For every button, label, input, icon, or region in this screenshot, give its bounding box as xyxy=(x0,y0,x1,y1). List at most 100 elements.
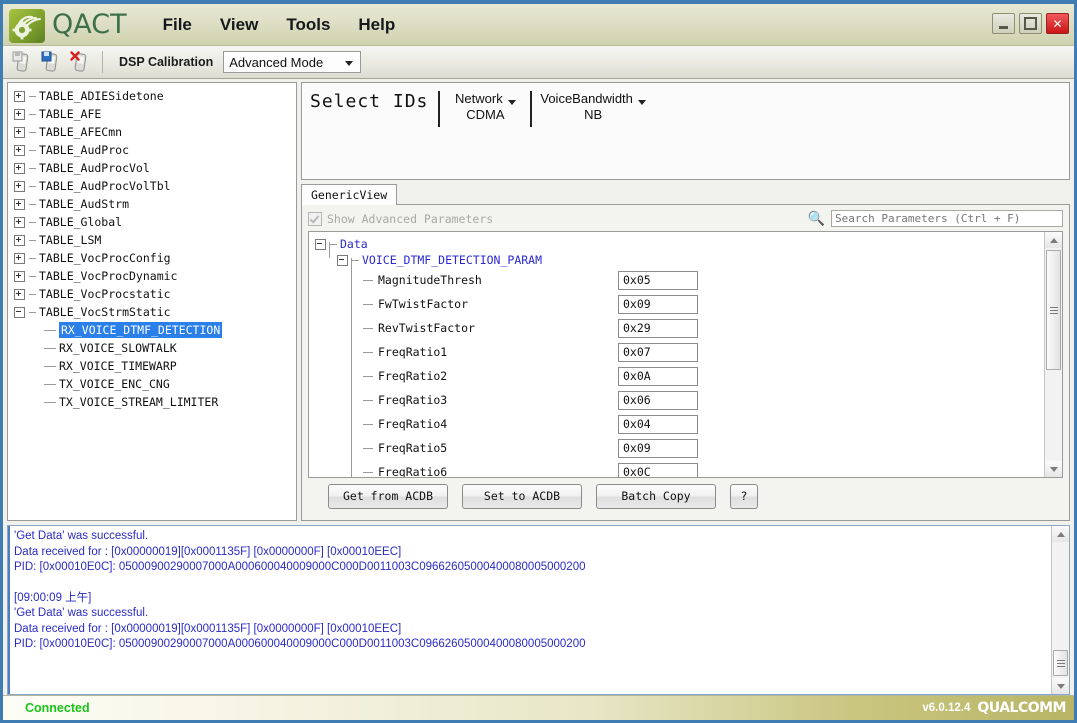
tab-strip: GenericView xyxy=(301,184,1070,205)
scroll-thumb[interactable] xyxy=(1053,650,1068,676)
tree-node[interactable]: TABLE_AFE xyxy=(14,105,296,123)
tree-child-tx-voice-stream-limiter[interactable]: TX_VOICE_STREAM_LIMITER xyxy=(14,393,296,411)
param-group-node[interactable]: VOICE_DTMF_DETECTION_PARAM xyxy=(315,252,1044,268)
options-row: Show Advanced Parameters 🔍 xyxy=(308,209,1063,228)
param-value-input[interactable] xyxy=(618,438,698,458)
param-value-input[interactable] xyxy=(618,294,698,314)
minimize-button[interactable] xyxy=(992,13,1015,34)
log-line: PID: [0x00010E0C]: 05000900290007000A000… xyxy=(14,561,586,573)
tree-node[interactable]: TABLE_AudProc xyxy=(14,141,296,159)
tree-connector xyxy=(363,399,373,401)
tree-child-rx-voice-dtmf-detection[interactable]: RX_VOICE_DTMF_DETECTION xyxy=(14,321,296,339)
param-name: FreqRatio2 xyxy=(378,369,448,384)
param-value-input[interactable] xyxy=(618,462,698,477)
close-device-icon[interactable] xyxy=(67,49,94,75)
menu-tools[interactable]: Tools xyxy=(272,12,344,38)
expand-icon[interactable] xyxy=(14,288,25,300)
param-value-input[interactable] xyxy=(618,414,698,434)
param-value-input[interactable] xyxy=(618,342,698,362)
tree-node-vocstrmstatic[interactable]: TABLE_VocStrmStatic xyxy=(14,303,296,321)
tree-child-tx-voice-enc-cng[interactable]: TX_VOICE_ENC_CNG xyxy=(14,375,296,393)
save-device-icon[interactable] xyxy=(9,49,36,75)
menu-file[interactable]: File xyxy=(149,12,206,38)
chevron-down-icon[interactable] xyxy=(507,100,516,105)
tree-child-rx-voice-slowtalk[interactable]: RX_VOICE_SLOWTALK xyxy=(14,339,296,357)
save-as-device-icon[interactable] xyxy=(38,49,65,75)
collapse-icon[interactable] xyxy=(14,306,25,318)
expand-icon[interactable] xyxy=(14,180,25,192)
parameter-scrollbar[interactable] xyxy=(1044,232,1062,477)
network-selector[interactable]: Network CDMA xyxy=(448,91,522,122)
scroll-up-button[interactable] xyxy=(1052,526,1069,542)
param-value-input[interactable] xyxy=(618,390,698,410)
parameter-grid: Data VOICE_DTMF_DETECTION_PARAM Magnitud… xyxy=(308,231,1063,478)
tree-node[interactable]: TABLE_VocProcDynamic xyxy=(14,267,296,285)
search-icon[interactable]: 🔍 xyxy=(808,211,825,227)
show-advanced-checkbox-group[interactable]: Show Advanced Parameters xyxy=(308,211,493,226)
param-value-input[interactable] xyxy=(618,366,698,386)
dsp-calibration-label: DSP Calibration xyxy=(119,55,214,69)
expand-icon[interactable] xyxy=(14,216,25,228)
mode-dropdown[interactable]: Advanced Mode xyxy=(223,51,362,73)
expand-icon[interactable] xyxy=(14,198,25,210)
log-scrollbar[interactable] xyxy=(1051,526,1069,694)
tree-node[interactable]: TABLE_ADIESidetone xyxy=(14,87,296,105)
tree-node[interactable]: TABLE_LSM xyxy=(14,231,296,249)
tree-node-label: TABLE_ADIESidetone xyxy=(39,89,164,103)
tree-connector xyxy=(29,239,36,241)
param-name: FreqRatio5 xyxy=(378,441,448,456)
set-to-acdb-button[interactable]: Set to ACDB xyxy=(462,483,582,509)
scroll-up-button[interactable] xyxy=(1045,232,1062,249)
scroll-thumb[interactable] xyxy=(1046,250,1061,371)
close-button[interactable]: ✕ xyxy=(1046,13,1069,34)
scroll-down-button[interactable] xyxy=(1045,461,1062,477)
network-value: CDMA xyxy=(466,107,505,122)
tree-node[interactable]: TABLE_AFECmn xyxy=(14,123,296,141)
tree-node[interactable]: TABLE_Global xyxy=(14,213,296,231)
help-button[interactable]: ? xyxy=(730,483,758,509)
param-row: FreqRatio6 xyxy=(315,460,1044,477)
tree-connector xyxy=(363,375,373,377)
show-advanced-checkbox[interactable] xyxy=(308,211,322,226)
tab-genericview[interactable]: GenericView xyxy=(301,184,398,205)
expand-icon[interactable] xyxy=(14,252,25,264)
expand-icon[interactable] xyxy=(14,270,25,282)
param-value-input[interactable] xyxy=(618,270,698,290)
tree-node[interactable]: TABLE_VocProcstatic xyxy=(14,285,296,303)
tree-connector xyxy=(29,95,36,97)
collapse-icon[interactable] xyxy=(315,238,326,250)
batch-copy-button[interactable]: Batch Copy xyxy=(596,483,716,509)
voicebandwidth-selector[interactable]: VoiceBandwidth NB xyxy=(540,91,646,122)
expand-icon[interactable] xyxy=(14,108,25,120)
tree-child-label: RX_VOICE_TIMEWARP xyxy=(59,359,177,373)
tree-node[interactable]: TABLE_AudProcVolTbl xyxy=(14,177,296,195)
get-from-acdb-button[interactable]: Get from ACDB xyxy=(328,483,448,509)
param-value-input[interactable] xyxy=(618,318,698,338)
expand-icon[interactable] xyxy=(14,162,25,174)
expand-icon[interactable] xyxy=(14,126,25,138)
tree-connector xyxy=(363,423,373,425)
menu-view[interactable]: View xyxy=(206,12,272,38)
expand-icon[interactable] xyxy=(14,90,25,102)
tree-node[interactable]: TABLE_AudProcVol xyxy=(14,159,296,177)
maximize-button[interactable] xyxy=(1019,13,1042,34)
tree-node[interactable]: TABLE_VocProcConfig xyxy=(14,249,296,267)
tree-node[interactable]: TABLE_AudStrm xyxy=(14,195,296,213)
tree-connector xyxy=(29,275,36,277)
expand-icon[interactable] xyxy=(14,144,25,156)
search-input[interactable] xyxy=(831,210,1063,228)
tab-area: GenericView Show Advanced Parameters 🔍 S… xyxy=(301,184,1070,521)
tree-child-rx-voice-timewarp[interactable]: RX_VOICE_TIMEWARP xyxy=(14,357,296,375)
log-panel[interactable]: 'Get Data' was successful. Data received… xyxy=(7,525,1070,695)
expand-icon[interactable] xyxy=(14,234,25,246)
collapse-icon[interactable] xyxy=(337,254,348,266)
scroll-down-button[interactable] xyxy=(1052,678,1069,694)
scroll-track[interactable] xyxy=(1045,248,1062,461)
menu-help[interactable]: Help xyxy=(344,12,409,38)
scroll-track[interactable] xyxy=(1052,542,1069,678)
caret-down-icon xyxy=(1049,466,1058,472)
param-root-node[interactable]: Data xyxy=(315,236,1044,252)
table-tree-panel[interactable]: TABLE_ADIESidetone TABLE_AFE TABLE_AFECm… xyxy=(7,82,297,521)
chevron-down-icon[interactable] xyxy=(637,100,646,105)
tree-connector xyxy=(330,243,337,245)
